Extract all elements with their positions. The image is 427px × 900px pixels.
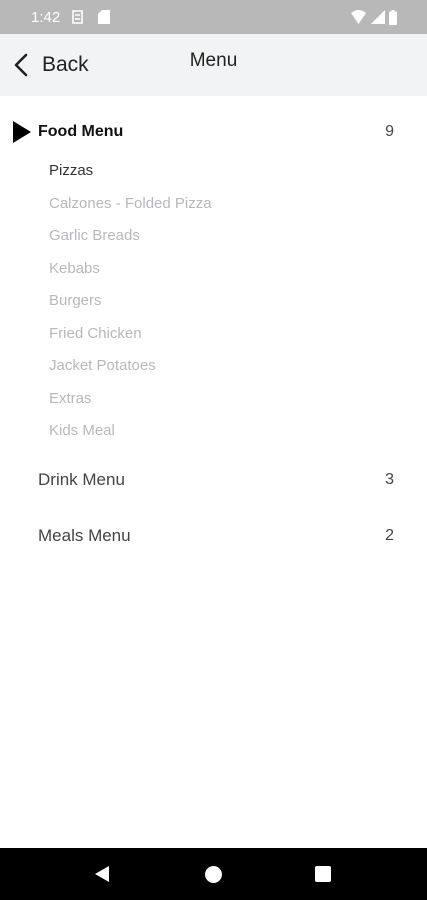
system-nav-bar (0, 848, 427, 900)
sim-icon (72, 10, 83, 24)
category-count: 9 (385, 123, 394, 140)
wifi-icon (351, 10, 366, 24)
subcategory-item-burgers[interactable]: Burgers (49, 292, 102, 309)
subcategory-item-garlic-breads[interactable]: Garlic Breads (49, 227, 140, 244)
category-drink-menu[interactable]: Drink Menu 3 (0, 462, 427, 498)
category-count: 2 (385, 527, 394, 544)
nav-back-icon[interactable] (95, 866, 109, 882)
category-meals-menu[interactable]: Meals Menu 2 (0, 518, 427, 554)
category-food-menu[interactable]: Food Menu 9 (0, 114, 427, 150)
subcategory-item-pizzas[interactable]: Pizzas (49, 162, 93, 179)
signal-icon (371, 10, 385, 24)
category-count: 3 (385, 471, 394, 488)
nav-home-icon[interactable] (205, 866, 222, 883)
battery-icon (389, 10, 397, 25)
nav-recents-icon[interactable] (315, 866, 331, 882)
page-title: Menu (189, 50, 238, 71)
subcategory-item-fried-chicken[interactable]: Fried Chicken (49, 325, 142, 342)
expanded-arrow-icon (13, 121, 31, 143)
status-bar: 1:42 (0, 0, 427, 34)
subcategory-item-kebabs[interactable]: Kebabs (49, 260, 100, 277)
subcategory-item-jacket-potatoes[interactable]: Jacket Potatoes (49, 357, 156, 374)
subcategory-item-extras[interactable]: Extras (49, 390, 92, 407)
category-label: Meals Menu (38, 526, 131, 545)
category-label: Drink Menu (38, 470, 125, 489)
app-header: Back Menu (0, 34, 427, 96)
subcategory-item-kids-meal[interactable]: Kids Meal (49, 422, 115, 439)
subcategory-item-calzones[interactable]: Calzones - Folded Pizza (49, 195, 212, 212)
status-time: 1:42 (31, 9, 61, 26)
sd-card-icon (98, 10, 110, 24)
category-label: Food Menu (38, 123, 124, 140)
